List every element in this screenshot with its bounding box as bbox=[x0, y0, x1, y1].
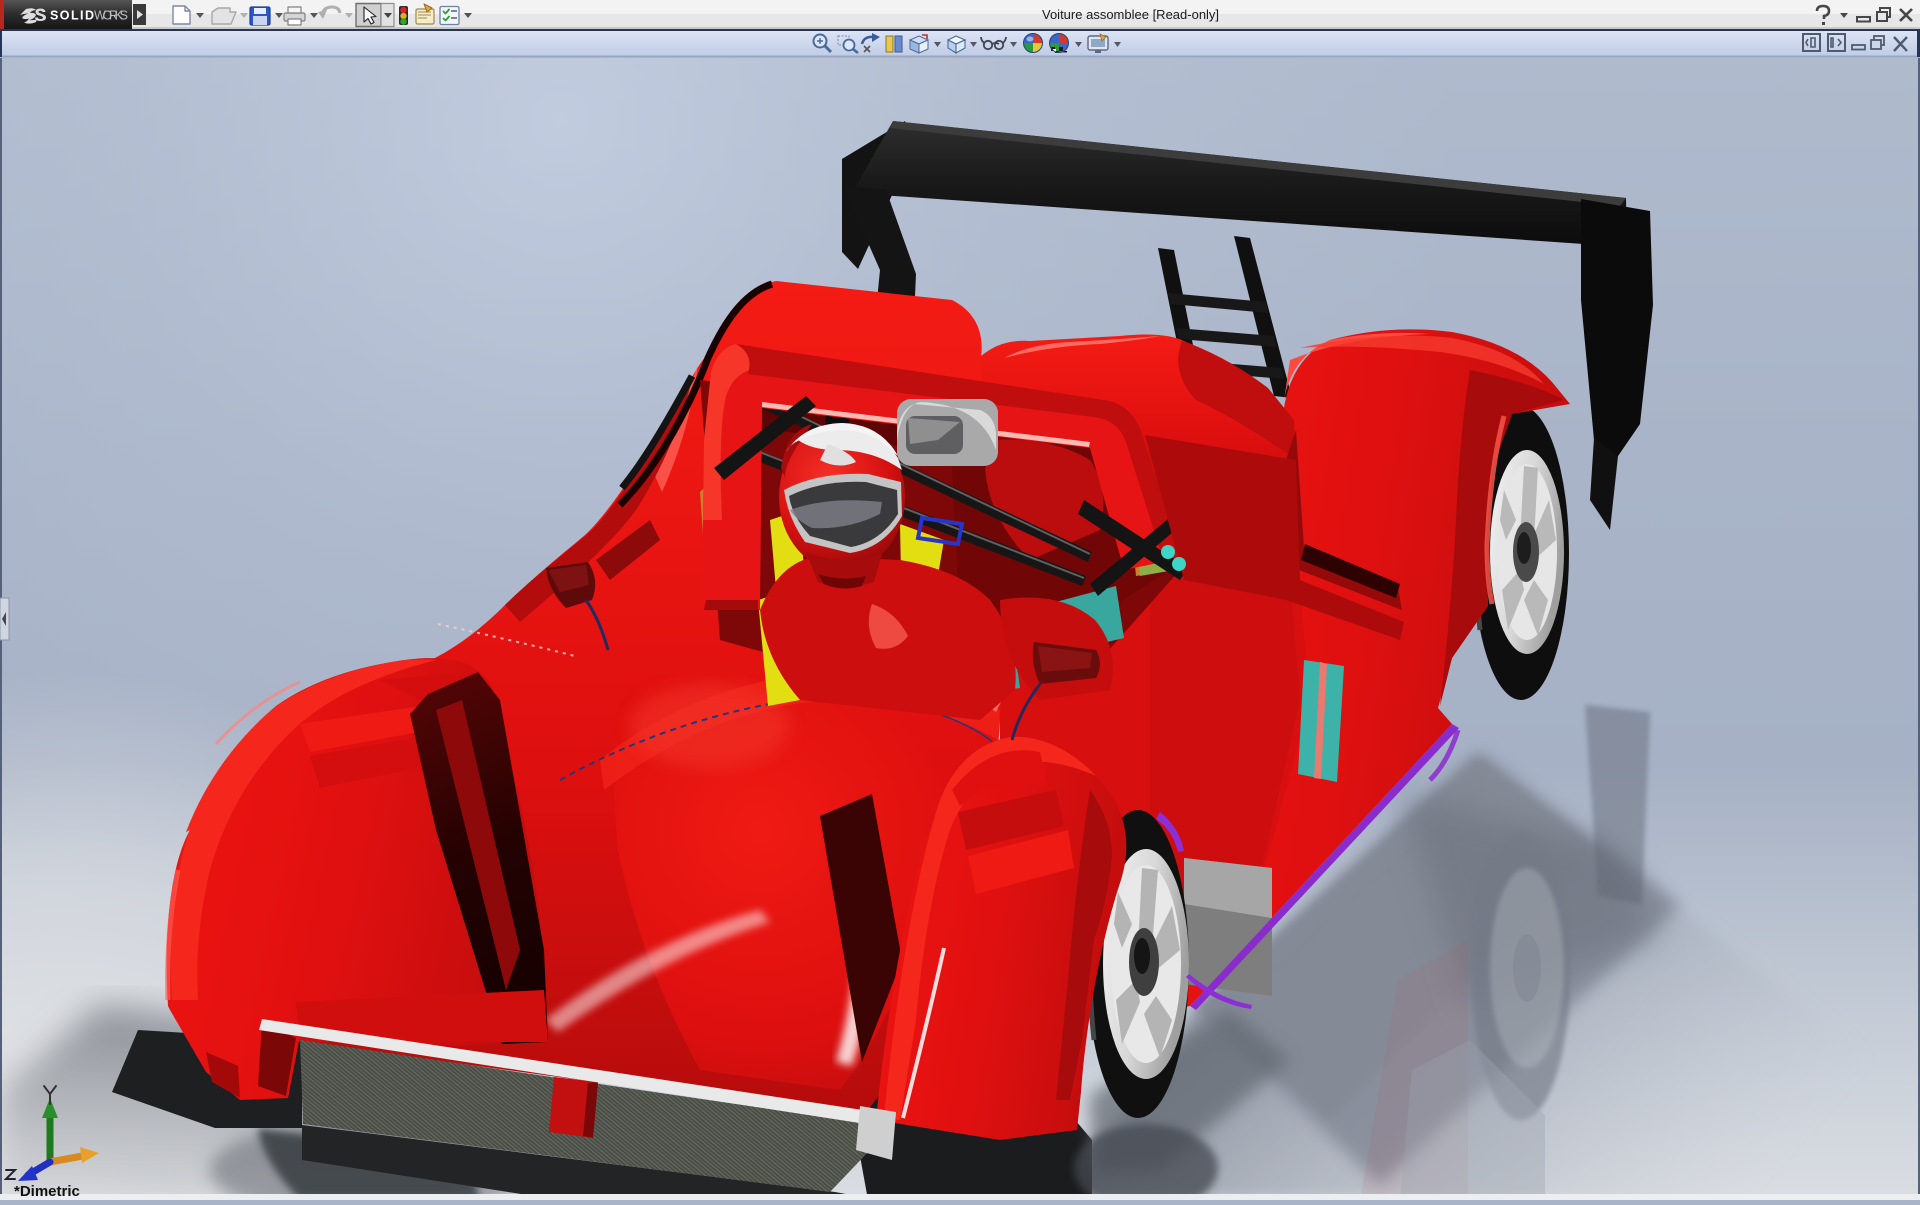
svg-text:WORKS: WORKS bbox=[94, 9, 128, 23]
svg-text:*Dimetric: *Dimetric bbox=[14, 1183, 80, 1200]
svg-text:SOLID: SOLID bbox=[50, 9, 94, 23]
